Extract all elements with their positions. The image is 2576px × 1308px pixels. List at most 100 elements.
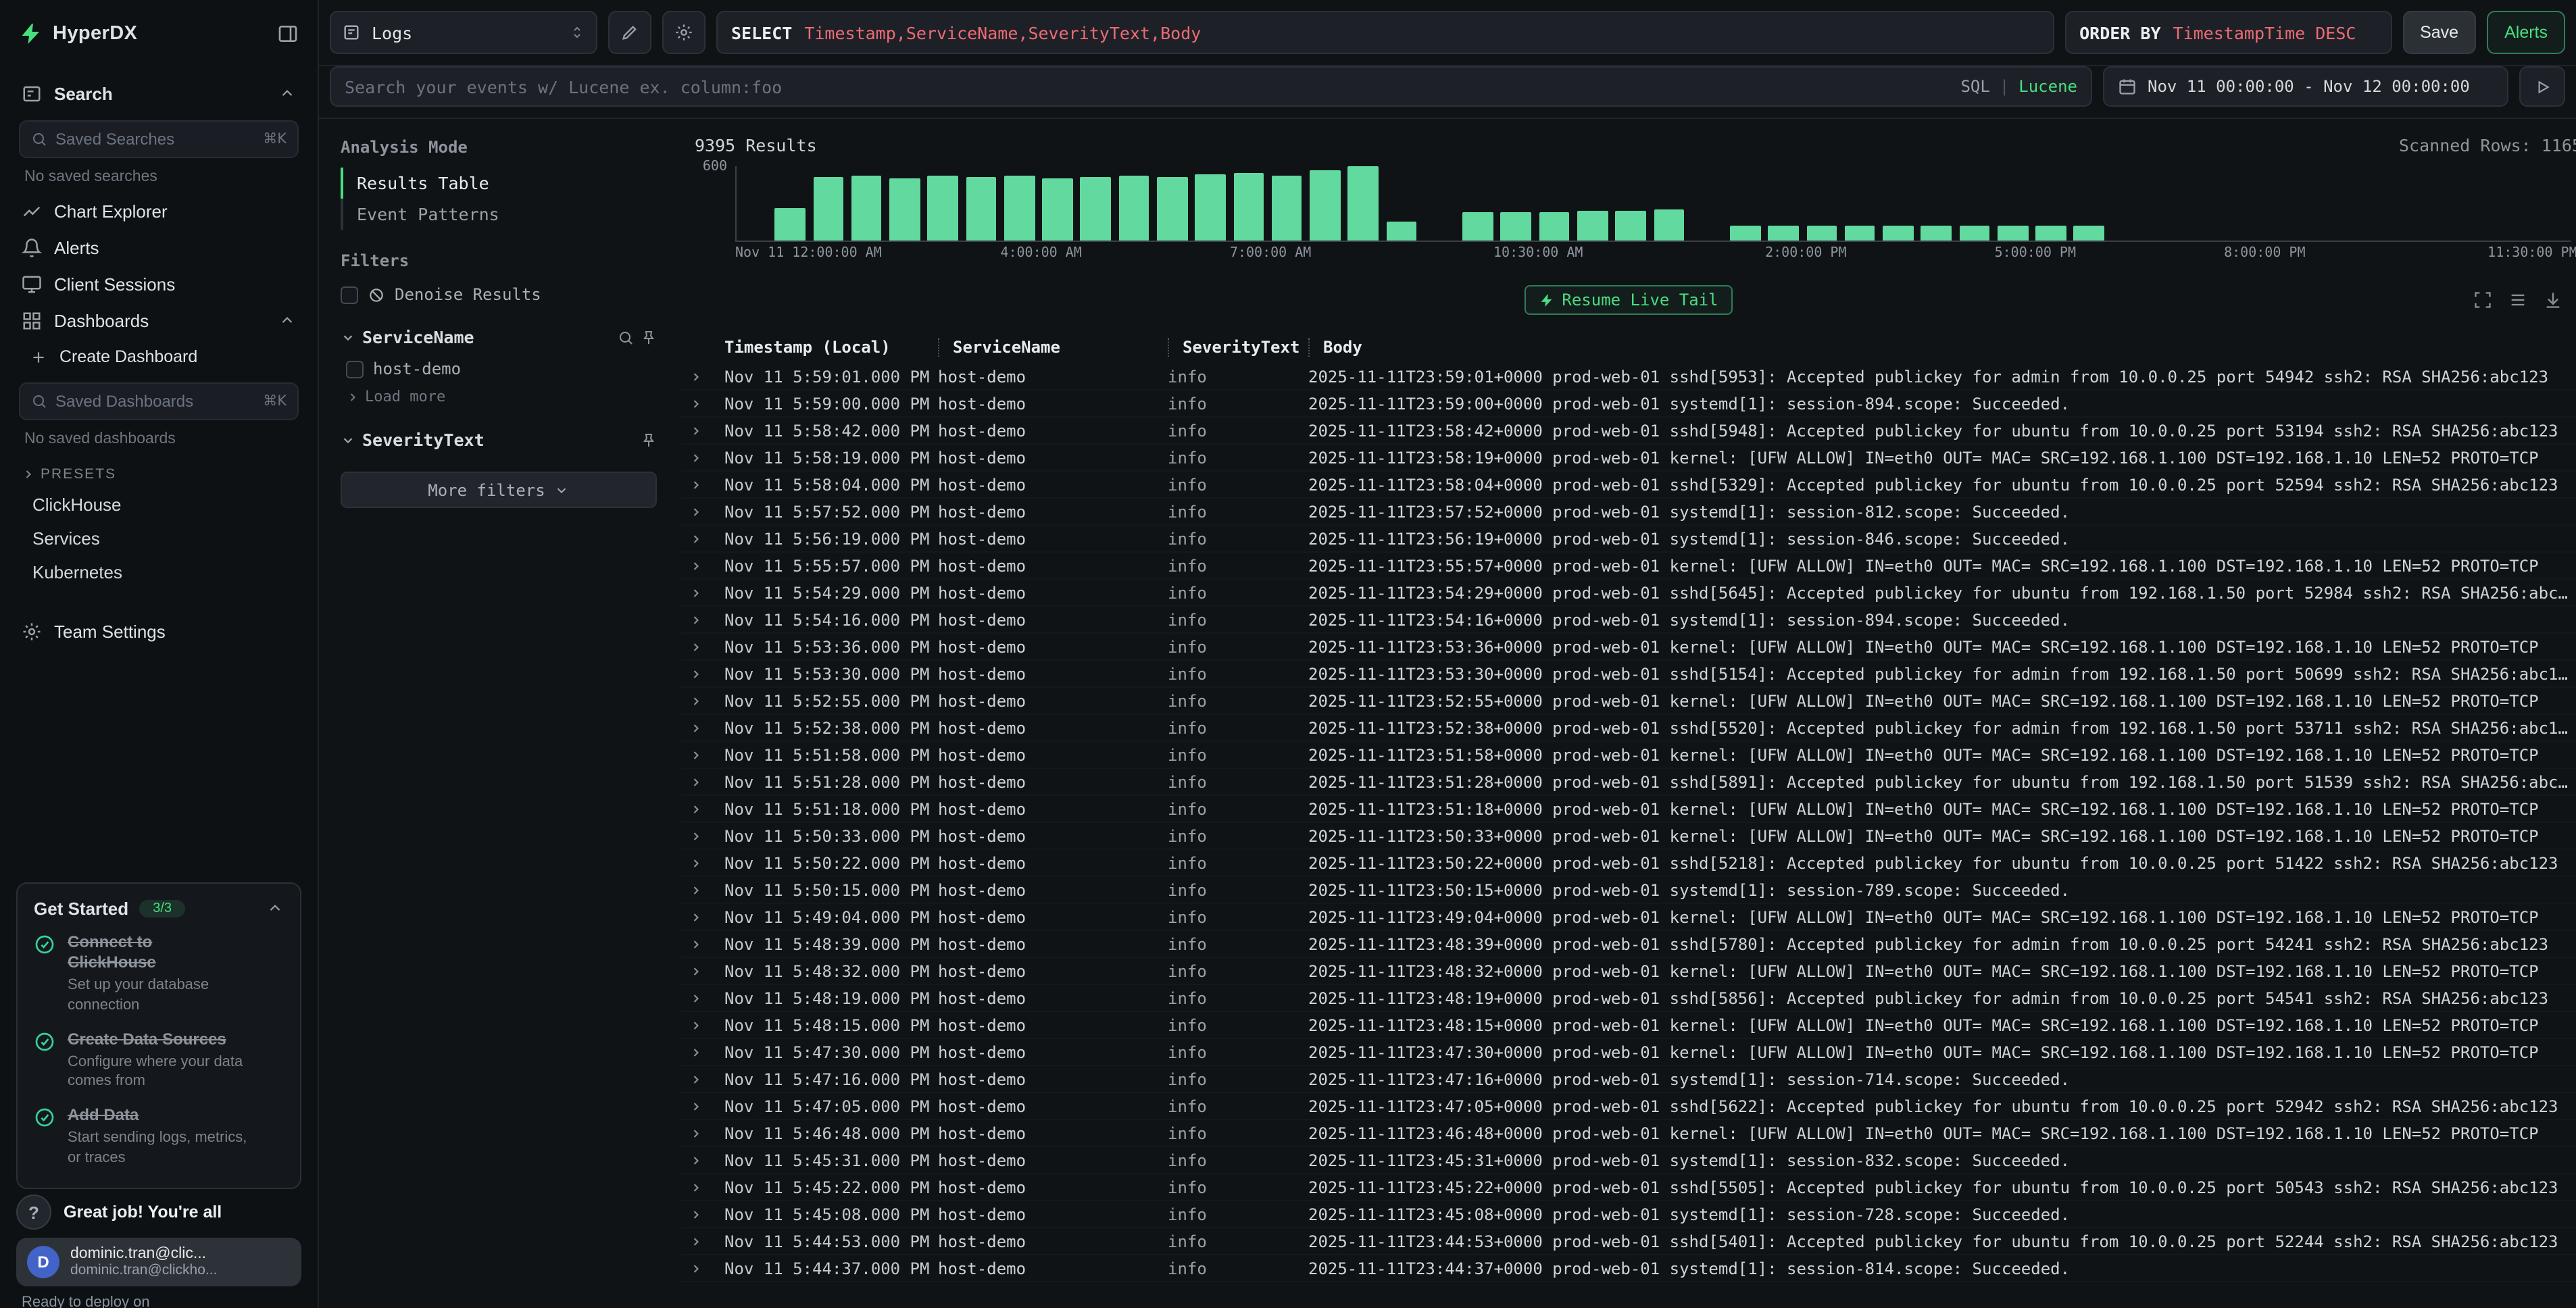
chart-bar[interactable] (1081, 177, 1111, 241)
search-icon[interactable] (618, 329, 634, 345)
chart-bar[interactable] (966, 177, 996, 241)
chart-bar[interactable] (928, 176, 958, 241)
mode-sql-toggle[interactable]: SQL (1960, 77, 1989, 96)
mode-lucene-toggle[interactable]: Lucene (2018, 77, 2077, 96)
table-row[interactable]: Nov 11 5:47:16.000 PMhost-demoinfo2025-1… (681, 1066, 2576, 1093)
chart-bar[interactable] (1195, 175, 1226, 241)
edit-source-button[interactable] (608, 11, 651, 54)
row-expand-icon[interactable] (689, 397, 703, 410)
column-settings-icon[interactable] (2508, 291, 2527, 309)
chart-bar[interactable] (1118, 176, 1149, 241)
chart-bar[interactable] (851, 176, 882, 241)
mode-event-patterns[interactable]: Event Patterns (341, 199, 657, 230)
source-select[interactable]: Logs (330, 11, 597, 54)
create-dashboard-button[interactable]: Create Dashboard (16, 339, 301, 374)
table-row[interactable]: Nov 11 5:48:32.000 PMhost-demoinfo2025-1… (681, 958, 2576, 985)
chart-bar[interactable] (1615, 210, 1645, 241)
table-row[interactable]: Nov 11 5:56:19.000 PMhost-demoinfo2025-1… (681, 526, 2576, 553)
table-row[interactable]: Nov 11 5:51:58.000 PMhost-demoinfo2025-1… (681, 742, 2576, 769)
chart-bar[interactable] (1157, 178, 1187, 241)
row-expand-icon[interactable] (689, 802, 703, 815)
collapse-sidebar-icon[interactable] (277, 23, 299, 45)
get-started-step[interactable]: Connect to ClickHouse Set up your databa… (34, 932, 284, 1014)
chart-bar[interactable] (1462, 213, 1493, 241)
pin-icon[interactable] (641, 329, 657, 345)
event-search-input[interactable] (345, 76, 1960, 97)
chart-bar[interactable] (1845, 225, 1875, 241)
table-row[interactable]: Nov 11 5:58:04.000 PMhost-demoinfo2025-1… (681, 472, 2576, 499)
table-row[interactable]: Nov 11 5:53:30.000 PMhost-demoinfo2025-1… (681, 661, 2576, 688)
table-row[interactable]: Nov 11 5:59:01.000 PMhost-demoinfo2025-1… (681, 363, 2576, 391)
get-started-step[interactable]: Create Data Sources Configure where your… (34, 1030, 284, 1091)
row-expand-icon[interactable] (689, 1180, 703, 1194)
save-button[interactable]: Save (2402, 11, 2476, 54)
chart-bar[interactable] (1042, 178, 1072, 241)
table-row[interactable]: Nov 11 5:44:37.000 PMhost-demoinfo2025-1… (681, 1255, 2576, 1282)
chart-bar[interactable] (1959, 226, 1989, 241)
user-menu[interactable]: D dominic.tran@clic... dominic.tran@clic… (16, 1238, 301, 1286)
chart-bar[interactable] (1539, 212, 1569, 241)
table-row[interactable]: Nov 11 5:58:42.000 PMhost-demoinfo2025-1… (681, 418, 2576, 445)
row-expand-icon[interactable] (689, 721, 703, 734)
row-expand-icon[interactable] (689, 478, 703, 491)
row-expand-icon[interactable] (689, 964, 703, 978)
table-row[interactable]: Nov 11 5:52:55.000 PMhost-demoinfo2025-1… (681, 688, 2576, 715)
row-expand-icon[interactable] (689, 1234, 703, 1248)
chart-bar[interactable] (1730, 226, 1760, 241)
col-body[interactable]: Body (1308, 338, 2576, 357)
facet-option-host-demo[interactable]: host-demo (346, 355, 657, 382)
saved-dashboards-field[interactable] (55, 392, 255, 411)
row-expand-icon[interactable] (689, 532, 703, 545)
chevron-up-icon[interactable] (278, 85, 296, 103)
row-expand-icon[interactable] (689, 829, 703, 842)
table-row[interactable]: Nov 11 5:51:28.000 PMhost-demoinfo2025-1… (681, 769, 2576, 796)
table-row[interactable]: Nov 11 5:53:36.000 PMhost-demoinfo2025-1… (681, 634, 2576, 661)
mode-results-table[interactable]: Results Table (341, 168, 657, 199)
chart-bar[interactable] (889, 178, 920, 241)
chart-bar[interactable] (1501, 211, 1531, 241)
table-row[interactable]: Nov 11 5:50:33.000 PMhost-demoinfo2025-1… (681, 823, 2576, 850)
table-row[interactable]: Nov 11 5:55:57.000 PMhost-demoinfo2025-1… (681, 553, 2576, 580)
table-row[interactable]: Nov 11 5:46:48.000 PMhost-demoinfo2025-1… (681, 1120, 2576, 1147)
chevron-up-icon[interactable] (266, 900, 284, 917)
row-expand-icon[interactable] (689, 1153, 703, 1167)
table-row[interactable]: Nov 11 5:50:15.000 PMhost-demoinfo2025-1… (681, 877, 2576, 904)
date-range-picker[interactable]: Nov 11 00:00:00 - Nov 12 00:00:00 (2103, 66, 2508, 107)
table-row[interactable]: Nov 11 5:51:18.000 PMhost-demoinfo2025-1… (681, 796, 2576, 823)
facet-severitytext-header[interactable]: SeverityText (341, 430, 657, 450)
table-row[interactable]: Nov 11 5:58:19.000 PMhost-demoinfo2025-1… (681, 445, 2576, 472)
chart-bar[interactable] (1806, 226, 1837, 241)
table-row[interactable]: Nov 11 5:48:39.000 PMhost-demoinfo2025-1… (681, 931, 2576, 958)
chart-bar[interactable] (1386, 222, 1416, 241)
row-expand-icon[interactable] (689, 883, 703, 897)
sidebar-item-alerts[interactable]: Alerts (16, 230, 301, 266)
denoise-checkbox-row[interactable]: Denoise Results (341, 281, 657, 308)
row-expand-icon[interactable] (689, 694, 703, 707)
table-row[interactable]: Nov 11 5:57:52.000 PMhost-demoinfo2025-1… (681, 499, 2576, 526)
row-expand-icon[interactable] (689, 910, 703, 924)
saved-dashboards-input[interactable]: ⌘K (19, 382, 299, 420)
chart-plot-area[interactable] (735, 166, 2571, 242)
chart-bar[interactable] (1883, 226, 1913, 241)
sidebar-item-chart-explorer[interactable]: Chart Explorer (16, 193, 301, 230)
run-search-button[interactable] (2519, 66, 2565, 107)
table-row[interactable]: Nov 11 5:47:30.000 PMhost-demoinfo2025-1… (681, 1039, 2576, 1066)
table-row[interactable]: Nov 11 5:54:16.000 PMhost-demoinfo2025-1… (681, 607, 2576, 634)
select-query-input[interactable]: SELECT Timestamp,ServiceName,SeverityTex… (716, 11, 2054, 54)
row-expand-icon[interactable] (689, 1207, 703, 1221)
row-expand-icon[interactable] (689, 1018, 703, 1032)
chart-bar[interactable] (1233, 173, 1264, 241)
denoise-checkbox[interactable] (341, 286, 358, 303)
row-expand-icon[interactable] (689, 370, 703, 383)
chart-bar[interactable] (1998, 226, 2028, 241)
resume-live-tail-button[interactable]: Resume Live Tail (1524, 285, 1733, 315)
table-row[interactable]: Nov 11 5:47:05.000 PMhost-demoinfo2025-1… (681, 1093, 2576, 1120)
preset-kubernetes[interactable]: Kubernetes (16, 555, 301, 589)
row-expand-icon[interactable] (689, 1072, 703, 1086)
more-filters-button[interactable]: More filters (341, 472, 657, 508)
load-more-button[interactable]: Load more (346, 382, 657, 411)
chart-bar[interactable] (1768, 226, 1799, 241)
download-icon[interactable] (2544, 291, 2562, 309)
sidebar-item-search[interactable]: Search (16, 76, 301, 112)
chart-bar[interactable] (775, 208, 806, 241)
